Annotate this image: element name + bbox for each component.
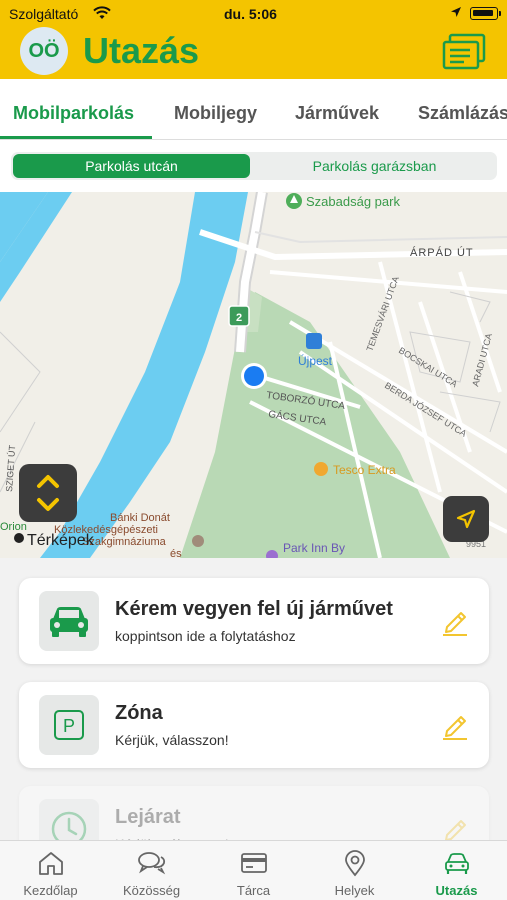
vehicle-card-title: Kérem vegyen fel új járművet — [115, 598, 393, 620]
parking-sign-icon: P — [54, 710, 84, 740]
map-label-parkinn: Park Inn By — [283, 541, 345, 555]
nav-community[interactable]: Közösség — [101, 841, 202, 900]
nav-wallet[interactable]: Tárca — [203, 841, 304, 900]
car-icon — [445, 853, 469, 874]
map-attribution: Térképek — [27, 532, 95, 549]
wifi-icon — [93, 6, 111, 19]
car-icon — [50, 607, 88, 637]
tab-szamlazas[interactable]: Számlázás — [418, 103, 507, 124]
edit-pencil-icon[interactable] — [439, 605, 471, 637]
map-label-ujpest: Újpest — [298, 353, 333, 368]
tickets-menu-icon[interactable] — [442, 33, 486, 71]
current-location-dot — [244, 366, 264, 386]
map-label-school-3: Szakgimnáziuma — [82, 536, 167, 548]
nav-wallet-label: Tárca — [236, 883, 271, 898]
wallet-icon — [241, 853, 267, 873]
carrier-label: Szolgáltató — [9, 6, 79, 22]
status-time: du. 5:06 — [224, 6, 277, 22]
chevron-up-down-icon — [37, 475, 59, 511]
bottom-navigation: Kezdőlap Közösség Tárca Helyek Utazás — [0, 840, 507, 900]
location-arrow-icon — [451, 7, 461, 17]
vehicle-card[interactable]: Kérem vegyen fel új járművet koppintson … — [19, 578, 489, 664]
map-label-park: Szabadság park — [306, 194, 400, 209]
nav-home-label: Kezdőlap — [23, 883, 78, 898]
zone-card-subtitle: Kérjük, válasszon! — [115, 732, 229, 748]
metro-icon — [306, 333, 322, 349]
nav-places[interactable]: Helyek — [304, 841, 405, 900]
nav-travel[interactable]: Utazás — [406, 841, 507, 900]
zone-icon-box: P — [39, 695, 99, 755]
apple-logo-icon — [14, 533, 24, 543]
map-label-school-1: Bánki Donát — [110, 512, 170, 524]
segment-street-parking[interactable]: Parkolás utcán — [13, 154, 250, 178]
nav-places-label: Helyek — [334, 883, 375, 898]
map-label-arpad: ÁRPÁD ÚT — [410, 246, 474, 259]
nav-travel-label: Utazás — [435, 883, 478, 898]
map-expand-button[interactable] — [19, 464, 77, 522]
tab-mobilparkolas[interactable]: Mobilparkolás — [13, 103, 134, 124]
parking-type-segmented-control: Parkolás utcán Parkolás garázsban — [11, 152, 497, 180]
tab-jarmuvek[interactable]: Járművek — [295, 103, 379, 124]
battery-icon — [470, 7, 501, 20]
zone-card-title: Zóna — [115, 702, 163, 724]
location-pin-icon — [345, 850, 365, 877]
map-label-es: és — [170, 548, 182, 558]
app-header: Szolgáltató du. 5:06 OÖ Utazás — [0, 0, 507, 79]
home-icon — [39, 852, 63, 875]
shopping-poi-icon — [314, 462, 328, 476]
nav-community-label: Közösség — [122, 883, 181, 898]
map-view[interactable]: Szabadság park ÁRPÁD ÚT TEMESVÁRI UTCA A… — [0, 192, 507, 558]
expiry-card-title: Lejárat — [115, 806, 181, 828]
chat-icon — [138, 852, 166, 875]
app-logo[interactable]: OÖ — [20, 27, 68, 75]
edit-pencil-icon[interactable] — [439, 709, 471, 741]
locate-me-button[interactable] — [443, 496, 489, 542]
tab-mobiljegy[interactable]: Mobiljegy — [174, 103, 257, 124]
page-title: Utazás — [83, 30, 200, 71]
school-poi-icon — [192, 535, 204, 547]
map-label-tesco: Tesco Extra — [333, 463, 396, 477]
vehicle-card-subtitle: koppintson ide a folytatáshoz — [115, 628, 296, 644]
svg-text:P: P — [63, 716, 75, 736]
status-bar: Szolgáltató du. 5:06 — [0, 0, 507, 28]
navigation-arrow-icon — [456, 509, 476, 529]
parking-type-bar: Parkolás utcán Parkolás garázsban — [0, 140, 507, 192]
road-shield-number: 2 — [236, 312, 242, 324]
nav-home[interactable]: Kezdőlap — [0, 841, 101, 900]
segment-garage-parking[interactable]: Parkolás garázsban — [254, 154, 495, 178]
vehicle-icon-box — [39, 591, 99, 651]
zone-card[interactable]: P Zóna Kérjük, válasszon! — [19, 682, 489, 768]
map-label-orion: Orion — [0, 521, 27, 533]
tab-active-indicator — [0, 136, 152, 139]
tab-bar: Mobilparkolás Mobiljegy Járművek Számláz… — [0, 79, 507, 140]
